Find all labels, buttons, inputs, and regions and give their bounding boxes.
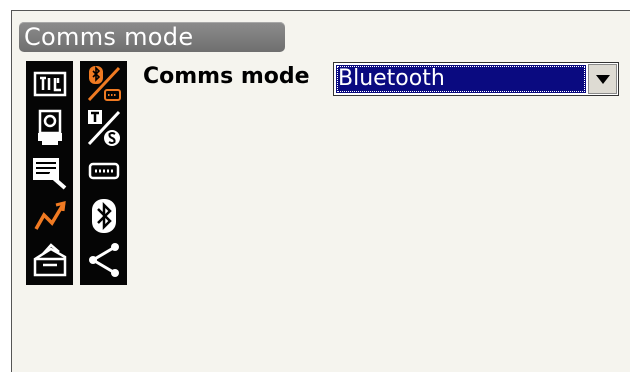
measure-mode-icon[interactable] bbox=[26, 62, 73, 106]
chevron-down-icon bbox=[595, 74, 610, 84]
data-edit-icon[interactable] bbox=[26, 150, 73, 194]
screen-title: Comms mode bbox=[24, 23, 194, 51]
comms-mode-label: Comms mode bbox=[143, 64, 310, 89]
screen: Comms mode Comms mode Bluetooth bbox=[11, 10, 630, 372]
comms-mode-selected-value[interactable]: Bluetooth bbox=[336, 65, 586, 93]
comms-icon-column bbox=[80, 61, 127, 285]
title-bar: Comms mode bbox=[19, 22, 285, 52]
toolbox-icon[interactable] bbox=[26, 238, 73, 282]
bluetooth-rs232c-icon[interactable] bbox=[80, 62, 127, 106]
main-menu-icon-column bbox=[26, 61, 73, 285]
rs232c-port-icon[interactable] bbox=[80, 150, 127, 194]
share-icon[interactable] bbox=[80, 238, 127, 282]
instrument-icon[interactable] bbox=[26, 106, 73, 150]
t-s-mode-icon[interactable] bbox=[80, 106, 127, 150]
bluetooth-icon[interactable] bbox=[80, 194, 127, 238]
dropdown-button[interactable] bbox=[588, 64, 617, 94]
traverse-icon[interactable] bbox=[26, 194, 73, 238]
comms-mode-select[interactable]: Bluetooth bbox=[333, 62, 619, 96]
